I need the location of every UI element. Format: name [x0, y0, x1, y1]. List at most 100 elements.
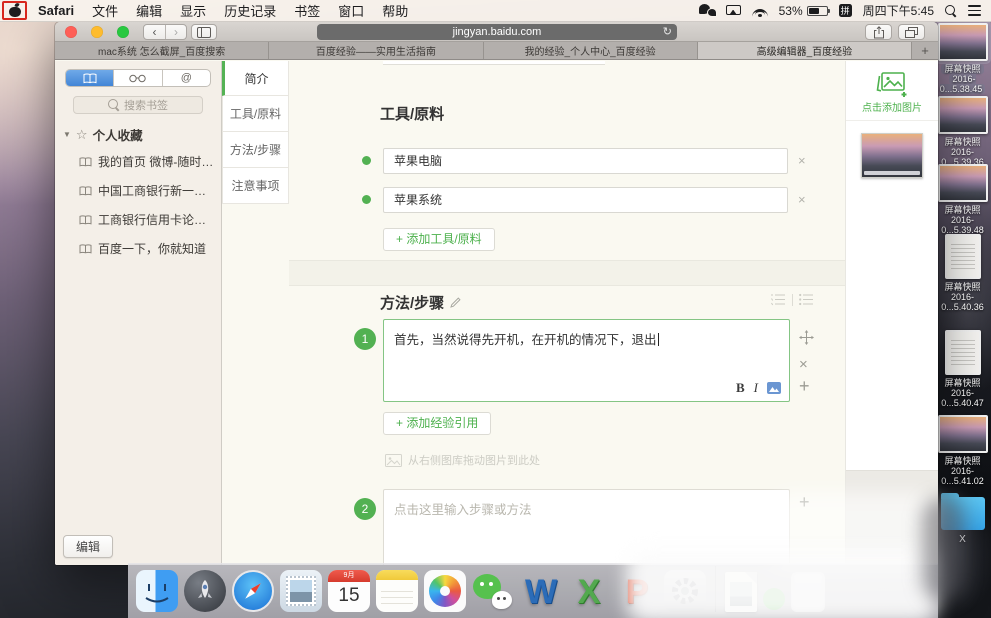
menu-window[interactable]: 窗口 — [338, 1, 364, 20]
remove-tool-2-icon[interactable]: × — [798, 192, 806, 207]
screenshot-thumbnail — [938, 164, 988, 202]
wechat-status-icon[interactable] — [699, 4, 715, 17]
new-tab-button[interactable]: + — [912, 42, 938, 59]
book-icon — [83, 73, 97, 84]
gallery-thumbnail[interactable] — [861, 133, 923, 178]
menu-help[interactable]: 帮助 — [382, 1, 408, 20]
spotlight-search-icon[interactable] — [945, 5, 957, 17]
dock-photos-icon[interactable] — [424, 570, 466, 612]
remove-tool-1-icon[interactable]: × — [798, 153, 806, 168]
dock-calendar-icon[interactable]: 9月 15 — [328, 570, 370, 612]
add-tool-button[interactable]: + 添加工具/原料 — [383, 228, 495, 251]
add-image-icon — [875, 69, 909, 97]
insert-image-button[interactable] — [767, 382, 781, 394]
favorites-title: 个人收藏 — [93, 125, 143, 144]
back-button[interactable]: ‹ — [144, 25, 165, 39]
input-method-icon[interactable]: 拼 — [839, 4, 852, 17]
bullet-list-icon[interactable] — [799, 293, 814, 306]
move-step-handle[interactable] — [799, 330, 814, 345]
menu-file[interactable]: 文件 — [92, 1, 118, 20]
menu-bookmarks[interactable]: 书签 — [294, 1, 320, 20]
delete-step-icon[interactable]: × — [799, 356, 808, 373]
nav-intro[interactable]: 简介 — [222, 61, 289, 96]
desktop-file-3[interactable]: 屏幕快照2016-0...5.39.48 — [936, 164, 989, 235]
nav-notes[interactable]: 注意事项 — [222, 168, 289, 204]
tab-overview-icon — [905, 27, 918, 38]
segment-shared-links[interactable]: @ — [162, 70, 210, 86]
tab-overview-button[interactable] — [898, 24, 925, 40]
format-toolbar: B I — [736, 380, 781, 396]
tool-input-1[interactable]: 苹果电脑 — [383, 148, 788, 174]
segment-reading-list[interactable] — [113, 70, 161, 86]
address-bar[interactable]: jingyan.baidu.com ↻ — [317, 24, 677, 40]
desktop-file-1[interactable]: 屏幕快照2016-0...5.38.45 — [936, 23, 989, 94]
nav-steps[interactable]: 方法/步骤 — [222, 132, 289, 168]
bookmark-search-field[interactable]: 搜索书签 — [73, 96, 203, 114]
add-quote-button[interactable]: + 添加经验引用 — [383, 412, 491, 435]
screenshot-thumbnail — [938, 415, 988, 453]
forward-button[interactable]: › — [165, 25, 186, 39]
book-icon — [79, 215, 92, 225]
dock-launchpad-icon[interactable] — [184, 570, 226, 612]
tab-my-experience[interactable]: 我的经验_个人中心_百度经验 — [484, 42, 698, 59]
tool-input-2[interactable]: 苹果系统 — [383, 187, 788, 213]
wifi-icon[interactable] — [752, 5, 768, 17]
book-icon — [79, 157, 92, 167]
search-icon — [108, 99, 120, 111]
sidebar-toggle-button[interactable] — [191, 24, 217, 40]
bold-button[interactable]: B — [736, 380, 745, 396]
tab-advanced-editor-active[interactable]: 高级编辑器_百度经验 — [698, 42, 912, 59]
edit-bookmarks-button[interactable]: 编辑 — [63, 535, 113, 558]
apple-logo-icon — [9, 4, 21, 17]
bookmark-item-baidu[interactable]: 百度一下，你就知道 — [55, 234, 217, 263]
favorites-header[interactable]: ▼ ☆ 个人收藏 — [63, 125, 143, 144]
step-1-textarea[interactable]: 首先，当然说得先开机，在开机的情况下，退出 B I — [383, 319, 790, 402]
italic-button[interactable]: I — [754, 380, 758, 396]
nav-tools[interactable]: 工具/原料 — [222, 96, 289, 132]
reload-icon[interactable]: ↻ — [663, 25, 672, 38]
notification-center-icon[interactable] — [968, 5, 981, 15]
bookmark-item-icbc[interactable]: 中国工商银行新一代网上银行 — [55, 176, 217, 205]
menu-clock[interactable]: 周四下午5:45 — [863, 2, 934, 19]
menu-history[interactable]: 历史记录 — [224, 1, 276, 20]
dock-finder-icon[interactable] — [136, 570, 178, 612]
segment-bookmarks[interactable] — [66, 70, 113, 86]
dock-word-icon[interactable]: W — [520, 570, 562, 612]
tab-baidu-search[interactable]: mac系统 怎么截屏_百度搜索 — [55, 42, 269, 59]
desktop-screen: Safari 文件 编辑 显示 历史记录 书签 窗口 帮助 53% 拼 周四下午… — [0, 0, 991, 618]
dock-safari-icon[interactable] — [232, 570, 274, 612]
menu-view[interactable]: 显示 — [180, 1, 206, 20]
dock-excel-icon[interactable]: X — [568, 570, 610, 612]
desktop-file-5[interactable]: 屏幕快照2016-0...5.40.47 — [936, 330, 989, 408]
share-button[interactable] — [865, 24, 892, 40]
apple-menu[interactable] — [0, 0, 30, 22]
dock-notes-icon[interactable] — [376, 570, 418, 612]
minimize-window-button[interactable] — [91, 26, 103, 38]
disclosure-triangle-icon[interactable]: ▼ — [63, 130, 71, 139]
book-icon — [79, 186, 92, 196]
dock-mail-icon[interactable] — [280, 570, 322, 612]
menu-bar: Safari 文件 编辑 显示 历史记录 书签 窗口 帮助 53% 拼 周四下午… — [0, 0, 991, 22]
battery-indicator[interactable]: 53% — [779, 4, 828, 18]
sidebar-segmented-control: @ — [65, 69, 211, 87]
screenshot-thumbnail — [938, 96, 988, 134]
window-body: @ 搜索书签 ▼ ☆ 个人收藏 我的首页 微博-随时随地… — [55, 61, 938, 565]
add-image-button[interactable]: 点击添加图片 — [846, 61, 938, 121]
bookmark-item-creditcard-forum[interactable]: 工商银行信用卡论坛 - 信… — [55, 205, 217, 234]
desktop-file-4[interactable]: 屏幕快照2016-0...5.40.36 — [936, 234, 989, 312]
desktop-file-6[interactable]: 屏幕快照2016-0...5.41.02 — [936, 415, 989, 486]
dock-wechat-icon[interactable] — [472, 570, 514, 612]
close-window-button[interactable] — [65, 26, 77, 38]
desktop-file-2[interactable]: 屏幕快照2016-0...5.39.36 — [936, 96, 989, 167]
add-step-icon[interactable]: + — [799, 376, 810, 397]
display-status-icon[interactable] — [726, 5, 741, 17]
menu-edit[interactable]: 编辑 — [136, 1, 162, 20]
zoom-window-button[interactable] — [117, 26, 129, 38]
ordered-list-icon[interactable] — [771, 293, 786, 306]
bookmark-item-weibo[interactable]: 我的首页 微博-随时随地… — [55, 147, 217, 176]
tab-jingyan-home[interactable]: 百度经验——实用生活指南 — [269, 42, 483, 59]
drag-hint-text: 从右侧图库拖动图片到此处 — [408, 452, 540, 468]
compass-needle — [240, 578, 266, 604]
edit-pencil-icon[interactable] — [450, 297, 461, 308]
menu-app-safari[interactable]: Safari — [38, 3, 74, 18]
